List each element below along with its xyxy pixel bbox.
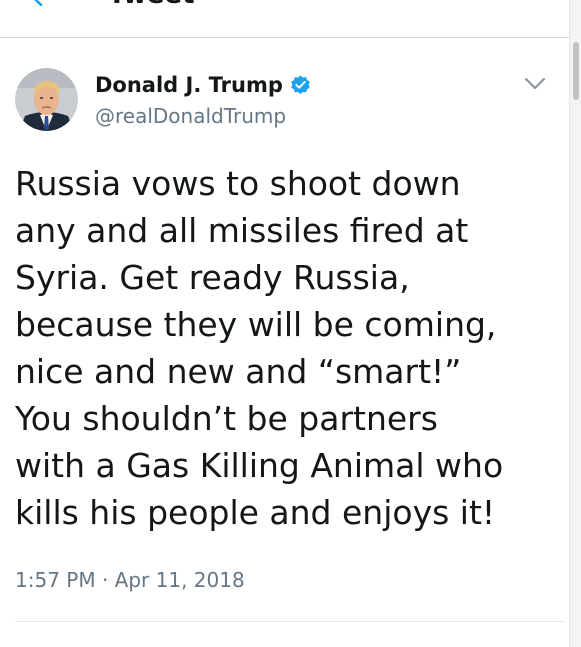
chevron-down-icon[interactable] bbox=[521, 72, 549, 96]
scrollbar[interactable] bbox=[569, 0, 581, 647]
tweet-text: Russia vows to shoot down any and all mi… bbox=[15, 164, 504, 532]
tweet-date: Apr 11, 2018 bbox=[114, 568, 245, 592]
display-name[interactable]: Donald J. Trump bbox=[95, 71, 283, 99]
tweet-time: 1:57 PM bbox=[15, 568, 96, 592]
nav-title: Tweet bbox=[108, 0, 195, 10]
scrollbar-thumb[interactable] bbox=[573, 42, 579, 100]
divider bbox=[15, 621, 565, 622]
back-chevron-icon[interactable] bbox=[28, 0, 46, 6]
timestamp-separator: · bbox=[101, 568, 109, 592]
verified-badge-icon bbox=[291, 74, 310, 94]
avatar-photo-icon bbox=[15, 68, 78, 131]
avatar[interactable] bbox=[15, 68, 78, 131]
user-handle[interactable]: @realDonaldTrump bbox=[95, 103, 286, 129]
tweet-timestamp[interactable]: 1:57 PM · Apr 11, 2018 bbox=[15, 566, 245, 594]
author-row[interactable]: Donald J. Trump bbox=[95, 71, 312, 99]
top-nav-bar: Tweet bbox=[0, 0, 570, 38]
